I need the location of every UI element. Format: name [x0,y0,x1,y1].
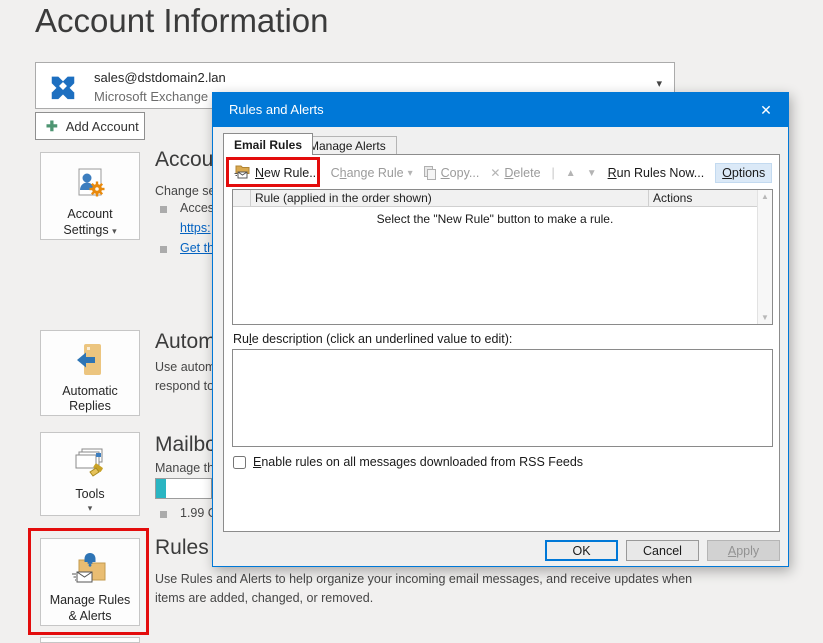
get-app-link[interactable]: Get th [180,241,214,255]
move-up-icon: ▲ [566,168,576,179]
rule-description-box[interactable] [232,349,773,447]
scroll-up-icon[interactable]: ▲ [761,192,769,201]
automatic-replies-label-2: Replies [69,399,111,415]
close-icon[interactable]: ✕ [744,93,788,127]
account-settings-label: Account [67,207,112,223]
run-rules-now-button[interactable]: Run Rules Now... [608,166,705,180]
automatic-replies-icon [73,341,107,380]
chevron-down-icon: ▾ [408,168,413,179]
rules-list-rule-column[interactable]: Rule (applied in the order shown) [251,190,649,206]
account-settings-button[interactable]: Account Settings ▾ [40,152,140,240]
manage-rules-alerts-button[interactable]: Manage Rules & Alerts [40,538,140,626]
manage-rules-alerts-label: Manage Rules [50,593,131,609]
ok-button[interactable]: OK [545,540,618,561]
rules-list[interactable]: Rule (applied in the order shown) Action… [232,189,773,325]
manage-rules-alerts-label-2: & Alerts [68,609,111,625]
rss-feeds-checkbox[interactable] [233,456,246,469]
rules-list-selector-column [233,190,251,206]
bullet-icon [160,511,167,518]
mailbox-quota-bar [155,478,212,499]
section-text: Manage th [155,461,214,475]
automatic-replies-button[interactable]: Automatic Replies [40,330,140,416]
dialog-title: Rules and Alerts [229,93,324,127]
new-rule-icon [234,164,251,182]
account-settings-icon [73,163,107,203]
add-account-button[interactable]: ✚ Add Account [35,112,145,140]
automatic-replies-label: Automatic [62,384,118,400]
plus-icon: ✚ [46,118,58,135]
account-provider: Microsoft Exchange [94,89,208,104]
copy-icon [424,166,437,180]
change-rule-button: Change Rule ▾ [331,166,413,180]
page-title: Account Information [35,2,329,40]
email-rules-tab-page: New Rule... Change Rule ▾ Copy... ✕ Dele… [223,154,780,532]
rules-and-alerts-dialog: Rules and Alerts ✕ Email Rules Manage Al… [212,92,789,567]
exchange-logo-icon [48,71,78,106]
new-rule-button[interactable]: New Rule... [234,164,320,182]
rule-description-label: Rule description (click an underlined va… [233,332,512,346]
section-heading-mailbox: Mailbo [155,433,217,457]
rules-list-scrollbar[interactable]: ▲ ▼ [757,190,772,324]
bullet-icon [160,206,167,213]
manage-rules-alerts-icon [69,549,111,589]
section-text: Use autom [155,360,215,374]
chevron-down-icon: ▾ [88,503,93,514]
section-text: Acces [180,201,214,215]
mailbox-quota-fill [156,479,166,498]
options-button[interactable]: Options [715,163,772,183]
section-text: respond to [155,379,214,393]
delete-icon: ✕ [490,166,500,180]
rss-feeds-checkbox-row: Enable rules on all messages downloaded … [233,455,583,469]
delete-button: ✕ Delete [490,166,540,180]
tools-label: Tools [75,487,104,503]
cancel-button[interactable]: Cancel [626,540,699,561]
copy-button: Copy... [424,166,480,180]
rules-list-actions-column[interactable]: Actions [649,190,757,206]
rules-list-header: Rule (applied in the order shown) Action… [233,190,757,207]
chevron-down-icon: ▾ [112,226,117,236]
rules-list-empty-text: Select the "New Rule" button to make a r… [233,212,757,226]
tools-button[interactable]: Tools ▾ [40,432,140,516]
section-heading-auto-replies: Autom [155,330,216,354]
account-email: sales@dstdomain2.lan [94,70,226,85]
move-down-icon: ▼ [587,168,597,179]
dialog-titlebar[interactable]: Rules and Alerts ✕ [213,93,788,127]
scroll-down-icon[interactable]: ▼ [761,313,769,322]
apply-button: Apply [707,540,780,561]
section-text: Change se [155,184,215,198]
rules-description-line1: Use Rules and Alerts to help organize yo… [155,572,692,586]
owa-link[interactable]: https: [180,221,211,235]
tools-icon [70,443,110,483]
rss-feeds-checkbox-label: Enable rules on all messages downloaded … [253,455,583,469]
add-account-label: Add Account [66,119,139,134]
bullet-icon [160,246,167,253]
chevron-down-icon[interactable]: ▾ [656,77,662,90]
toolbar-separator: | [552,166,555,180]
rules-description-line2: items are added, changed, or removed. [155,591,373,605]
partial-tile [40,637,140,643]
account-settings-label-2: Settings [63,223,108,237]
tab-email-rules[interactable]: Email Rules [223,133,313,155]
